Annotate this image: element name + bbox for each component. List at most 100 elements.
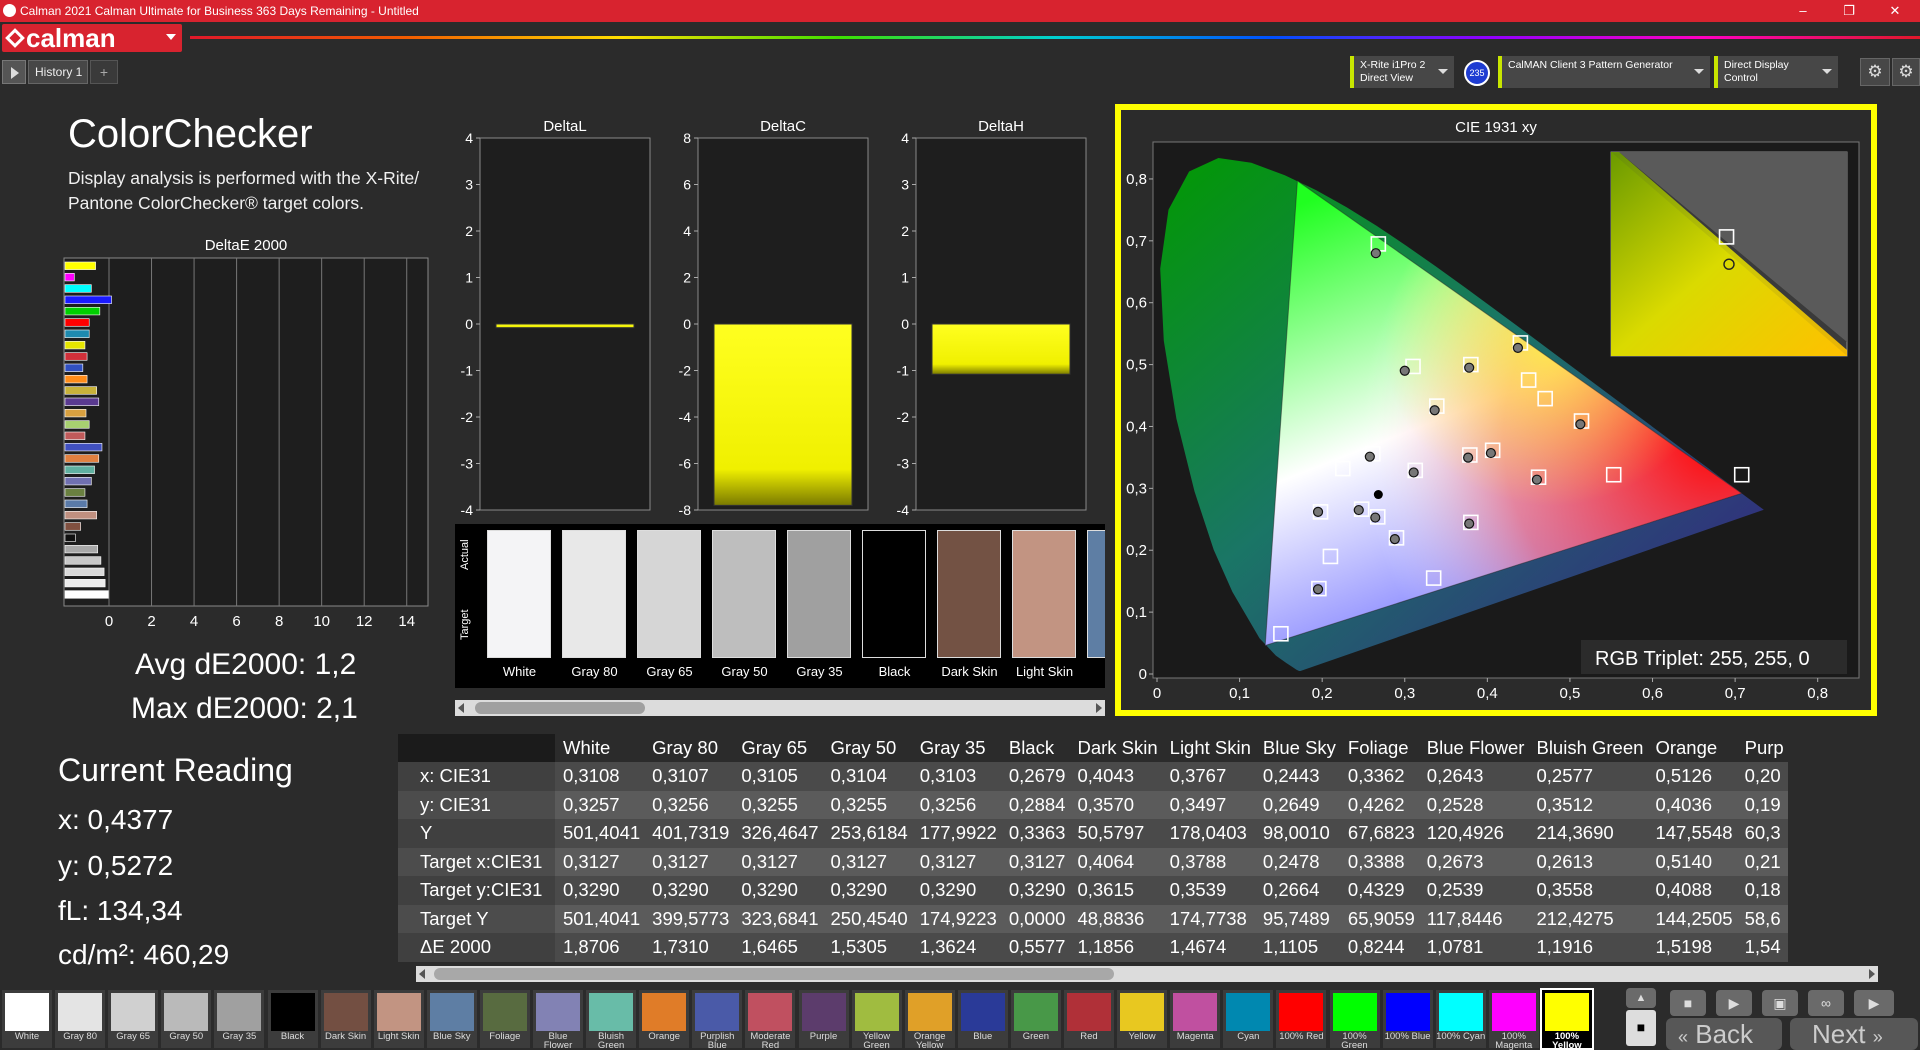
max-de2000: Max dE2000: 2,1	[131, 692, 358, 725]
patch-green[interactable]: Green	[1010, 990, 1061, 1048]
device-status-badge[interactable]: 235	[1464, 60, 1490, 86]
patch-purplish-blue[interactable]: Purplish Blue	[692, 990, 743, 1050]
x-tick-label: 12	[356, 613, 373, 630]
settings-gear-icon[interactable]: ⚙	[1860, 58, 1890, 86]
swatch-black[interactable]	[862, 530, 926, 658]
patch-gray-35[interactable]: Gray 35	[214, 990, 265, 1048]
table-cell: 253,6184	[822, 819, 912, 848]
stop-button-icon[interactable]: ■	[1670, 990, 1706, 1016]
swatch-scrollbar[interactable]	[455, 700, 1105, 716]
swatch-dark-skin[interactable]	[937, 530, 1001, 658]
swatch-white[interactable]	[487, 530, 551, 658]
patch-yellow-green[interactable]: Yellow Green	[851, 990, 902, 1050]
patch-black[interactable]: Black	[267, 990, 318, 1048]
column-header[interactable]: Bluish Green	[1528, 734, 1648, 762]
scroll-right-icon[interactable]	[1869, 969, 1875, 979]
column-header[interactable]: Orange	[1647, 734, 1737, 762]
patch-label: 100% Red	[1279, 1031, 1324, 1042]
patch-bluish-green[interactable]: Bluish Green	[586, 990, 637, 1050]
patch-light-skin[interactable]: Light Skin	[373, 990, 424, 1048]
patch-foliage[interactable]: Foliage	[479, 990, 530, 1048]
swatch-gray-35[interactable]	[787, 530, 851, 658]
patch-blue[interactable]: Blue	[957, 990, 1008, 1048]
swatch-scroll-thumb[interactable]	[475, 702, 645, 714]
patch-label: Orange Yellow	[913, 1031, 946, 1050]
tab-history-1[interactable]: History 1	[28, 60, 88, 84]
patch-100-magenta[interactable]: 100% Magenta	[1488, 990, 1539, 1050]
calman-menu-button[interactable]: calman	[2, 24, 182, 52]
up-arrow-icon[interactable]: ▲	[1626, 988, 1656, 1008]
scroll-right-icon[interactable]	[1096, 703, 1102, 713]
patch-yellow[interactable]: Yellow	[1117, 990, 1168, 1048]
patch-color	[482, 993, 527, 1031]
minimize-button[interactable]: –	[1788, 1, 1818, 21]
table-cell: 0,2443	[1254, 762, 1340, 791]
patch-dark-skin[interactable]: Dark Skin	[320, 990, 371, 1048]
column-header[interactable]: Foliage	[1339, 734, 1419, 762]
column-header[interactable]: Purp	[1736, 734, 1788, 762]
column-header[interactable]: Dark Skin	[1069, 734, 1162, 762]
patch-gray-65[interactable]: Gray 65	[108, 990, 159, 1048]
patch-moderate-red[interactable]: Moderate Red	[745, 990, 796, 1050]
save-icon[interactable]: ▣	[1762, 990, 1798, 1016]
play-icon[interactable]	[2, 60, 26, 84]
table-cell: 178,0403	[1161, 819, 1255, 848]
patch-100-green[interactable]: 100% Green	[1329, 990, 1380, 1050]
swatch-gray-50[interactable]	[712, 530, 776, 658]
display-control-select[interactable]: Direct Display Control	[1714, 56, 1838, 88]
chevron-down-icon	[1822, 69, 1832, 74]
table-scrollbar[interactable]	[416, 966, 1878, 982]
close-button[interactable]: ✕	[1880, 1, 1910, 21]
patch-cyan[interactable]: Cyan	[1223, 990, 1274, 1048]
swatch-blue[interactable]	[1087, 530, 1105, 658]
settings-gear-icon-2[interactable]: ⚙	[1892, 58, 1920, 86]
patch-100-yellow[interactable]: 100% Yellow	[1539, 988, 1594, 1050]
deltae-bar	[64, 579, 106, 588]
patch-gray-50[interactable]: Gray 50	[161, 990, 212, 1048]
column-header[interactable]: Gray 35	[911, 734, 1001, 762]
patch-red[interactable]: Red	[1064, 990, 1114, 1048]
patch-blue-sky[interactable]: Blue Sky	[426, 990, 477, 1048]
column-header[interactable]: Gray 80	[644, 734, 734, 762]
scroll-left-icon[interactable]	[419, 969, 425, 979]
column-header[interactable]: Gray 50	[822, 734, 912, 762]
scroll-left-icon[interactable]	[458, 703, 464, 713]
table-cell: 0,3615	[1069, 876, 1162, 905]
patch-100-blue[interactable]: 100% Blue	[1382, 990, 1433, 1048]
loop-icon[interactable]: ∞	[1808, 990, 1844, 1016]
deltae-bar	[64, 488, 86, 497]
column-header[interactable]: Blue Flower	[1418, 734, 1529, 762]
patch-magenta[interactable]: Magenta	[1170, 990, 1221, 1048]
add-tab-button[interactable]: +	[90, 60, 118, 84]
stop-icon[interactable]: ■	[1626, 1010, 1656, 1046]
table-scroll-thumb[interactable]	[434, 968, 1114, 980]
forward-icon[interactable]: ▶	[1854, 990, 1894, 1016]
play-button-icon[interactable]: ▶	[1716, 990, 1752, 1016]
pattern-generator-select[interactable]: CalMAN Client 3 Pattern Generator	[1498, 56, 1710, 88]
patch-100-red[interactable]: 100% Red	[1276, 990, 1327, 1048]
column-header[interactable]: Gray 65	[733, 734, 823, 762]
table-cell: 1,4674	[1161, 933, 1255, 962]
patch-gray-80[interactable]: Gray 80	[55, 990, 106, 1048]
column-header[interactable]: Black	[1000, 734, 1070, 762]
meter-device-select[interactable]: X-Rite i1Pro 2 Direct View	[1350, 56, 1454, 88]
swatch-gray-65[interactable]	[637, 530, 701, 658]
swatch-light-skin[interactable]	[1012, 530, 1076, 658]
column-header[interactable]: Light Skin	[1161, 734, 1255, 762]
table-cell: 1,5305	[822, 933, 912, 962]
x-tick-label: 4	[190, 613, 198, 630]
patch-blue-flower[interactable]: Blue Flower	[533, 990, 583, 1050]
patch-orange[interactable]: Orange	[639, 990, 690, 1048]
y-tick-label: 3	[901, 177, 909, 193]
column-header[interactable]: Blue Sky	[1254, 734, 1340, 762]
patch-white[interactable]: White	[2, 990, 52, 1048]
deltae-bar	[64, 273, 75, 282]
column-header[interactable]: White	[555, 734, 645, 762]
patch-purple[interactable]: Purple	[798, 990, 849, 1048]
next-button[interactable]: Next »	[1790, 1018, 1918, 1050]
swatch-gray-80[interactable]	[562, 530, 626, 658]
back-button[interactable]: « Back	[1666, 1018, 1782, 1050]
patch-orange-yellow[interactable]: Orange Yellow	[904, 990, 955, 1050]
maximize-button[interactable]: ❐	[1834, 1, 1864, 21]
patch-100-cyan[interactable]: 100% Cyan	[1435, 990, 1486, 1048]
